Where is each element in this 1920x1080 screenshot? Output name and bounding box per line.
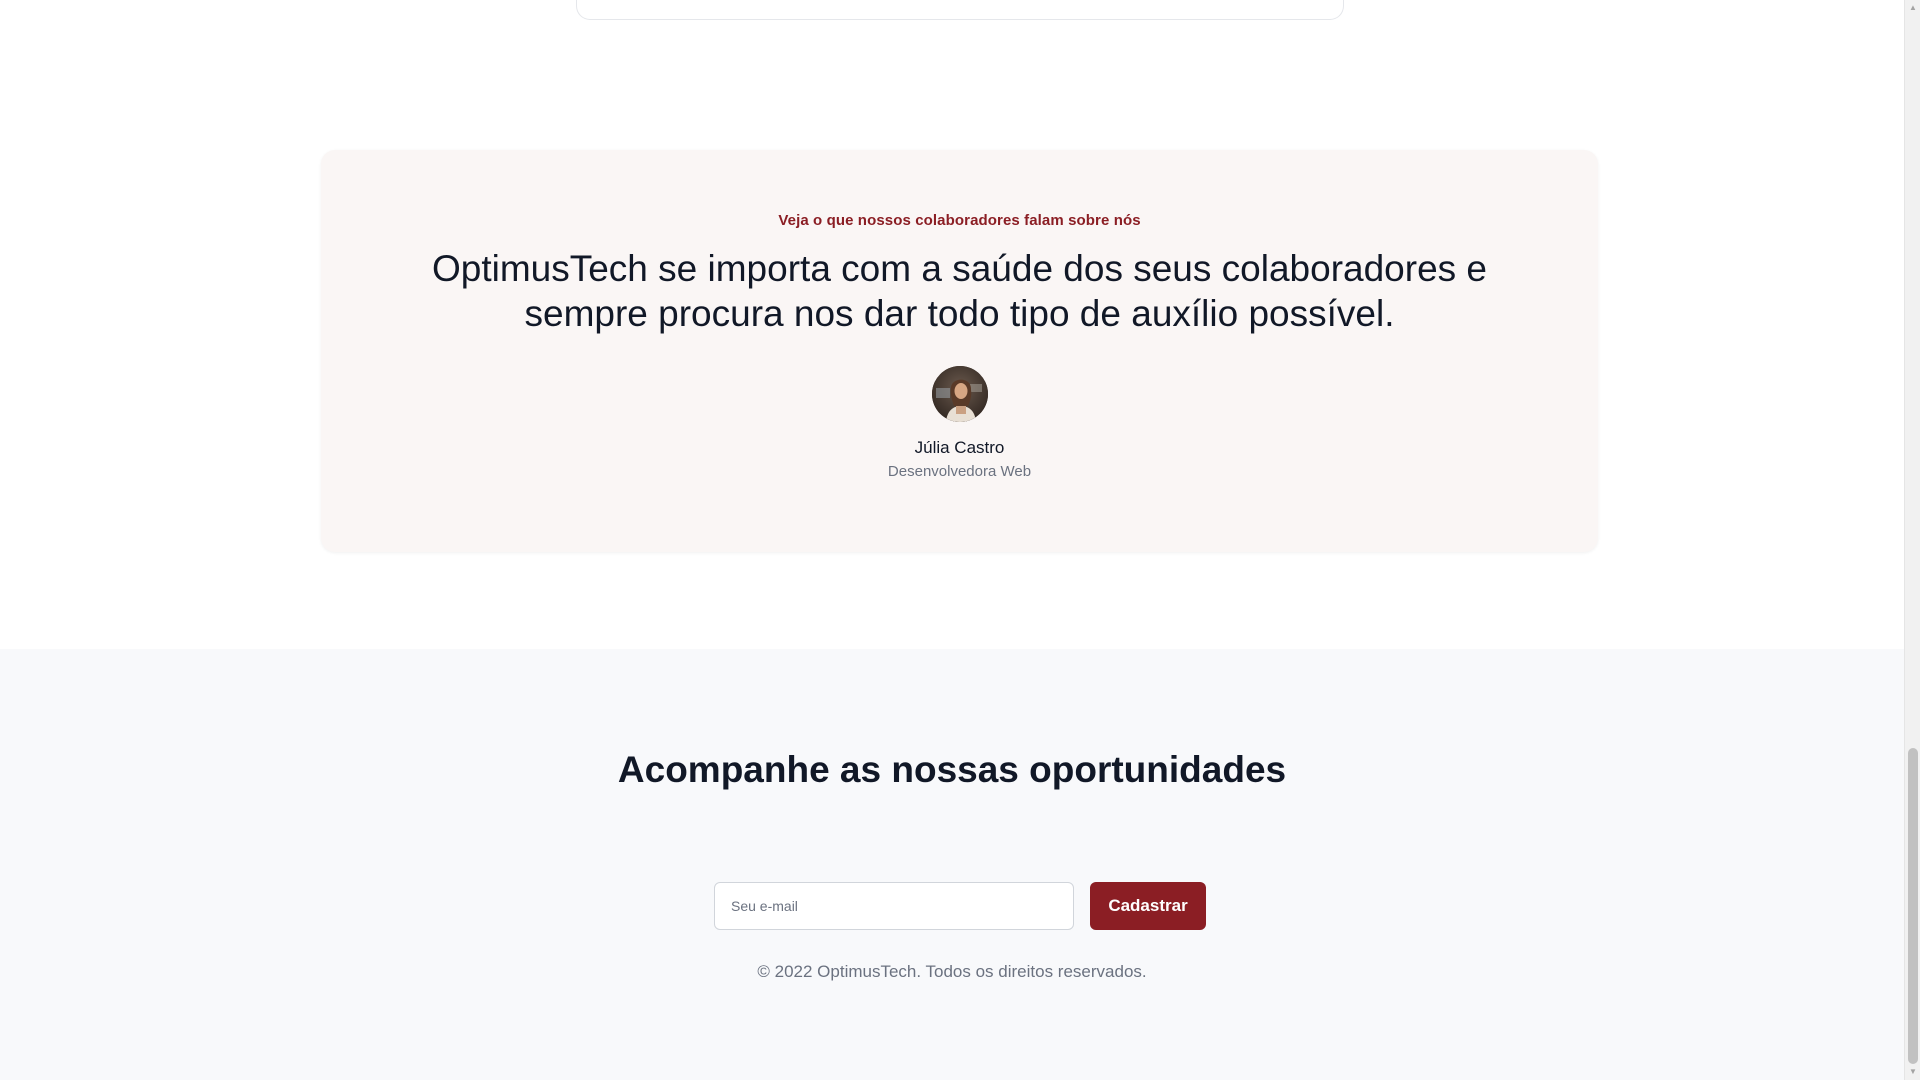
newsletter-heading: Acompanhe as nossas oportunidades [617, 749, 1287, 790]
testimonial-section: Veja o que nossos colaboradores falam so… [321, 150, 1598, 552]
scrollbar-thumb[interactable] [1908, 748, 1918, 1064]
testimonial-quote: OptimusTech se importa com a saúde dos s… [431, 248, 1488, 334]
testimonial-author-role: Desenvolvedora Web [887, 463, 1032, 480]
email-input[interactable] [714, 882, 1074, 930]
page-viewport: Veja o que nossos colaboradores falam so… [0, 0, 1904, 1080]
copyright-text: © 2022 OptimusTech. Todos os direitos re… [757, 962, 1147, 981]
testimonial-eyebrow: Veja o que nossos colaboradores falam so… [778, 212, 1141, 229]
person-photo-icon [932, 366, 988, 422]
vertical-scrollbar[interactable]: ▲ ▼ [1904, 0, 1920, 1080]
subscribe-button[interactable]: Cadastrar [1090, 882, 1206, 930]
previous-section-card [576, 0, 1344, 20]
testimonial-author-name: Júlia Castro [914, 438, 1005, 457]
newsletter-footer: Acompanhe as nossas oportunidades Cadast… [0, 649, 1904, 1080]
avatar [932, 366, 988, 422]
scroll-up-arrow-icon[interactable]: ▲ [1905, 0, 1920, 16]
scroll-down-arrow-icon[interactable]: ▼ [1905, 1064, 1920, 1080]
